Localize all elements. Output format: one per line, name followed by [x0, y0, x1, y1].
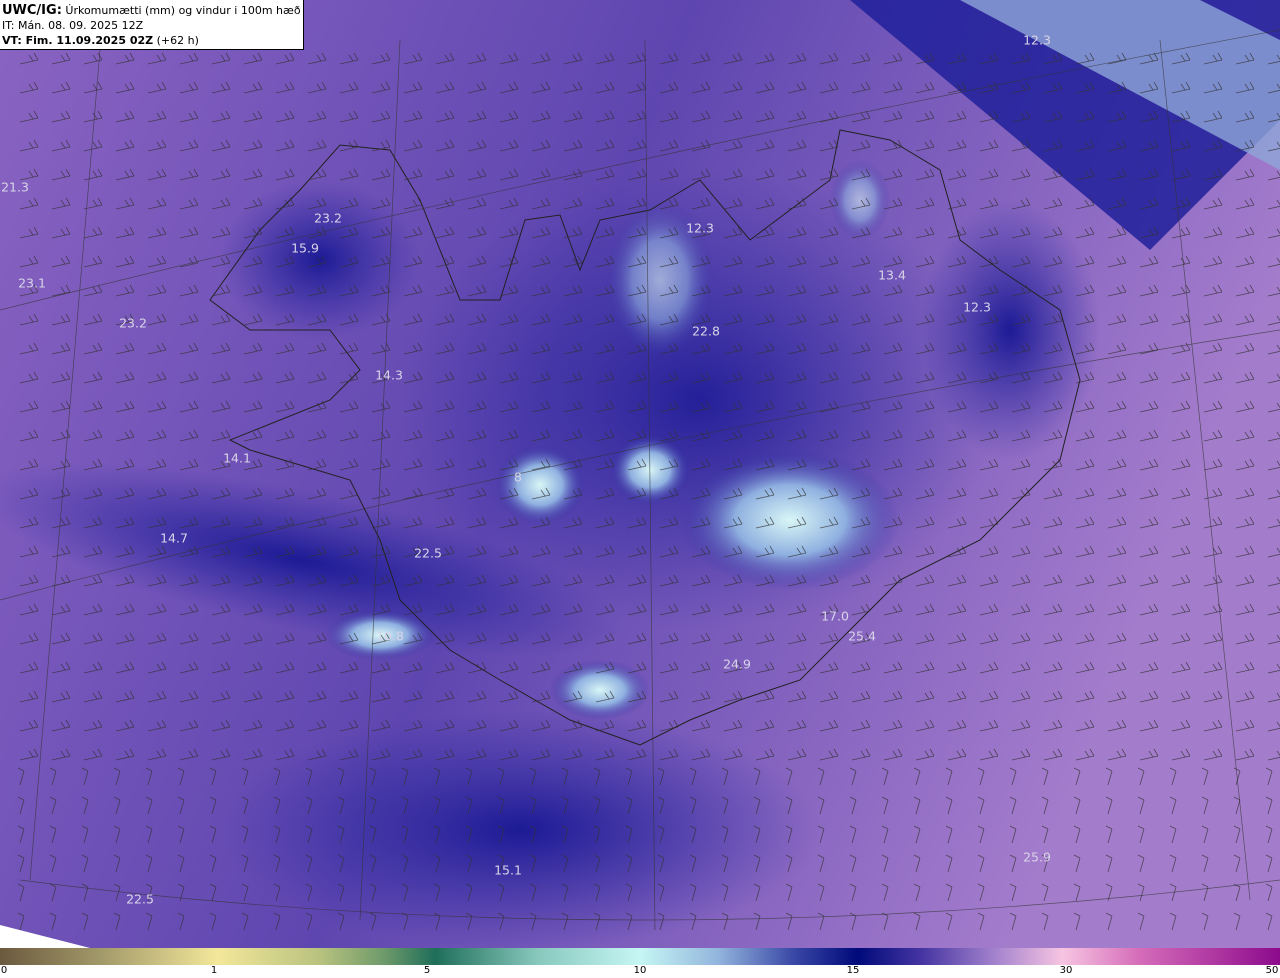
valid-time: VT: Fim. 11.09.2025 02Z [2, 34, 154, 47]
colorbar-ticks: 0 1 5 10 15 30 50 [0, 965, 1280, 978]
map-title: Úrkomumætti (mm) og vindur i 100m hæð [65, 4, 301, 17]
value-label: 22.5 [414, 545, 442, 561]
map-header: UWC/IG: Úrkomumætti (mm) og vindur i 100… [0, 0, 304, 50]
value-label: 14.3 [375, 367, 403, 383]
value-label: 13.4 [878, 267, 906, 283]
value-label: 12.3 [963, 299, 991, 315]
value-label: 24.9 [723, 656, 751, 672]
lead-time: (+62 h) [156, 34, 199, 47]
weather-map-page: UWC/IG: Úrkomumætti (mm) og vindur i 100… [0, 0, 1280, 978]
model-name: UWC/IG: [2, 3, 62, 18]
colorbar-tick: 0 [0, 965, 8, 976]
colorbar-tick: 5 [423, 965, 431, 976]
value-label: 25.9 [1023, 849, 1051, 865]
value-label: 15.1 [494, 862, 522, 878]
init-time: IT: Mán. 08. 09. 2025 12Z [2, 19, 144, 32]
value-label: 25.4 [848, 628, 876, 644]
colorbar-tick: 10 [633, 965, 647, 976]
value-label: 10.8 [376, 628, 404, 644]
value-label: 23.2 [119, 315, 147, 331]
value-label: 14.1 [223, 450, 251, 466]
value-label: 23.1 [18, 275, 46, 291]
colorbar-tick: 30 [1059, 965, 1073, 976]
colorbar-tick: 1 [210, 965, 218, 976]
value-label: 21.3 [1, 179, 29, 195]
colorbar [0, 948, 1280, 965]
colorbar-tick: 15 [846, 965, 860, 976]
precipitable-water-map [0, 0, 1280, 948]
value-label: 12.3 [686, 220, 714, 236]
value-label: 8 [514, 469, 522, 485]
value-label: 12.3 [1023, 32, 1051, 48]
value-label: 15.9 [291, 240, 319, 256]
value-label: 23.2 [314, 210, 342, 226]
value-label: 22.5 [126, 891, 154, 907]
value-label: 17.0 [821, 608, 849, 624]
colorbar-tick: 50 [1265, 965, 1279, 976]
value-label: 14.7 [160, 530, 188, 546]
value-label: 22.8 [692, 323, 720, 339]
